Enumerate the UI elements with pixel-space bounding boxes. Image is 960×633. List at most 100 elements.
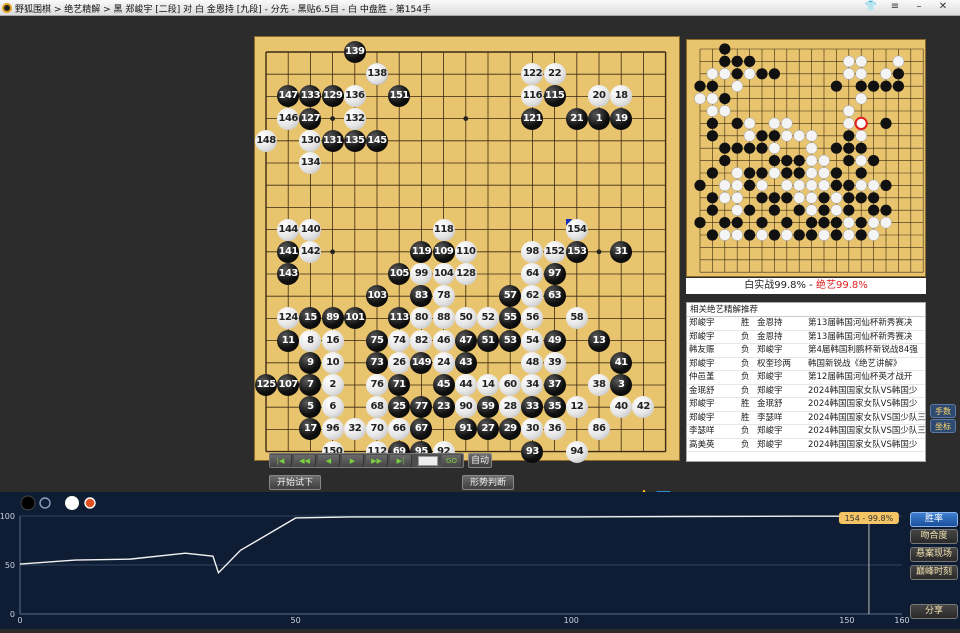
back-one-button[interactable]: ◀ xyxy=(318,455,340,467)
result: 负 xyxy=(741,345,750,355)
skin-icon[interactable]: 👕 xyxy=(860,1,882,14)
event-name: 第13届韩国河仙杯新秀赛决 xyxy=(808,318,913,328)
y-tick-label: 0 xyxy=(10,610,15,619)
mini-white-stone xyxy=(842,67,855,80)
mini-white-stone xyxy=(818,154,830,167)
recommend-row[interactable]: 韩友赈 负郑峻宇 第4届韩国利鹏杯新锐战84强 xyxy=(687,344,925,358)
mini-black-stone xyxy=(830,217,842,229)
mini-white-stone xyxy=(780,229,793,241)
mini-white-stone xyxy=(867,229,880,241)
mini-black-stone xyxy=(793,155,805,167)
black-stone: 97 xyxy=(543,263,566,285)
white-stone: 128 xyxy=(454,263,477,285)
move-number-input[interactable] xyxy=(418,456,438,466)
black-stone: 135 xyxy=(343,129,366,152)
player-white: 金恩持 xyxy=(757,318,783,328)
black-stone: 127 xyxy=(299,107,322,130)
try-play-button[interactable]: 开始试下 xyxy=(269,475,321,490)
match-rate-tab[interactable]: 吻合度 xyxy=(910,529,958,544)
mini-white-stone xyxy=(805,142,818,155)
black-stone: 49 xyxy=(543,329,566,352)
forward-one-button[interactable]: ▶ xyxy=(342,455,364,467)
white-stone: 44 xyxy=(454,374,477,396)
x-tick-label: 50 xyxy=(291,616,301,625)
close-icon[interactable]: ✕ xyxy=(932,1,954,14)
recommend-row[interactable]: 仲邑堇 负郑峻宇 第12届韩国河仙杯英才战开 xyxy=(687,371,925,385)
black-stone: 73 xyxy=(366,351,388,374)
mini-white-stone xyxy=(743,117,756,130)
forward-ten-button[interactable]: ▶▶ xyxy=(366,455,388,467)
mini-white-stone xyxy=(743,67,756,80)
mini-black-stone xyxy=(830,229,842,241)
white-stone: 10 xyxy=(321,351,344,374)
mini-white-stone xyxy=(830,191,843,204)
black-stone: 1 xyxy=(588,107,610,130)
coordinates-button[interactable]: 坐标 xyxy=(930,419,956,433)
auto-play-button[interactable]: 自动 xyxy=(468,453,492,468)
recommend-row[interactable]: 郑峻宇 负金恩持 第13届韩国河仙杯新秀赛决 xyxy=(687,331,925,344)
mini-white-stone xyxy=(855,154,868,167)
minimize-icon[interactable]: – xyxy=(908,1,930,14)
menu-icon[interactable]: ≡ xyxy=(884,1,906,14)
star-point xyxy=(330,116,335,121)
player-black: 郑峻宇 xyxy=(689,399,715,409)
event-name: 第12届韩国河仙杯英才战开 xyxy=(808,372,913,382)
back-ten-button[interactable]: ◀◀ xyxy=(294,455,316,467)
mini-black-stone xyxy=(756,130,768,142)
white-stone: 132 xyxy=(343,107,366,130)
white-stone: 146 xyxy=(277,107,300,130)
go-board[interactable]: 1391371471331291511271311351451151212111… xyxy=(254,36,680,463)
mini-black-stone xyxy=(731,55,743,67)
black-stone: 35 xyxy=(543,396,566,419)
white-stone: 2 xyxy=(321,374,344,396)
mini-white-stone xyxy=(694,92,706,105)
go-to-move-button[interactable]: GO xyxy=(442,455,462,467)
result: 负 xyxy=(741,331,750,342)
blunder-scene-tab[interactable]: 悬案现场 xyxy=(910,547,958,562)
recommend-row[interactable]: 郑峻宇 负权奎珍两 韩国新锐战《绝艺讲解》 xyxy=(687,358,925,371)
judge-position-button[interactable]: 形势判断 xyxy=(462,475,514,490)
mini-black-stone xyxy=(781,192,793,204)
white-stone: 110 xyxy=(454,240,477,263)
event-name: 第13届韩国河仙杯新秀赛决 xyxy=(808,331,913,342)
recommend-row[interactable]: 郑峻宇 胜金恩持 第13届韩国河仙杯新秀赛决 xyxy=(687,317,925,331)
black-stone: 63 xyxy=(543,285,566,308)
mini-black-stone xyxy=(694,217,706,229)
share-button[interactable]: 分享 xyxy=(910,604,958,619)
result: 负 xyxy=(741,426,750,436)
last-move-button[interactable]: ▶| xyxy=(390,455,412,467)
event-name: 2024韩国国家女队VS韩国少 xyxy=(808,439,918,450)
white-stone: 152 xyxy=(543,240,566,263)
black-stone: 31 xyxy=(610,240,633,263)
mini-white-stone xyxy=(855,129,868,142)
mini-white-stone xyxy=(880,67,892,80)
peak-moment-tab[interactable]: 巅峰时刻 xyxy=(910,565,958,580)
white-stone: 94 xyxy=(565,440,588,463)
mini-black-stone xyxy=(756,192,768,204)
mini-black-stone xyxy=(843,204,855,216)
mini-black-stone xyxy=(830,80,842,92)
mini-white-stone xyxy=(855,67,868,80)
mini-black-stone xyxy=(744,142,756,154)
player-black: 郑峻宇 xyxy=(689,331,715,342)
winrate-tab[interactable]: 胜率 xyxy=(910,512,958,527)
recommend-row[interactable]: 金珉舒 负郑峻宇 2024韩国国家女队VS韩国少 xyxy=(687,385,925,398)
recommend-row[interactable]: 李瑟咩 负郑峻宇 2024韩国国家女队VS国少队三 xyxy=(687,425,925,439)
winrate-graph[interactable]: 100 50 0 0 50 100 150 160 154 - 99.8% 胜率 吻合度 悬案现… xyxy=(0,492,960,629)
mini-white-stone xyxy=(793,191,806,204)
mini-black-stone xyxy=(719,93,731,105)
recommend-row[interactable]: 郑峻宇 胜李瑟咩 2024韩国国家女队VS国少队三 xyxy=(687,412,925,425)
mini-black-stone xyxy=(868,155,880,167)
recommend-row[interactable]: 郑峻宇 胜金珉舒 2024韩国国家女队VS韩国少 xyxy=(687,398,925,412)
mini-black-stone xyxy=(806,217,818,229)
first-move-button[interactable]: |◀ xyxy=(270,455,292,467)
event-name: 韩国新锐战《绝艺讲解》 xyxy=(808,358,902,369)
white-stone: 76 xyxy=(366,374,388,396)
mini-black-stone xyxy=(843,155,855,167)
recommend-row[interactable]: 高美英 负郑峻宇 2024韩国国家女队VS韩国少 xyxy=(687,439,925,452)
white-stone: 16 xyxy=(321,329,344,352)
move-number-button[interactable]: 手数 xyxy=(930,404,956,418)
mini-black-stone xyxy=(855,167,867,179)
mini-black-stone xyxy=(868,192,880,204)
result: 胜 xyxy=(741,318,750,328)
